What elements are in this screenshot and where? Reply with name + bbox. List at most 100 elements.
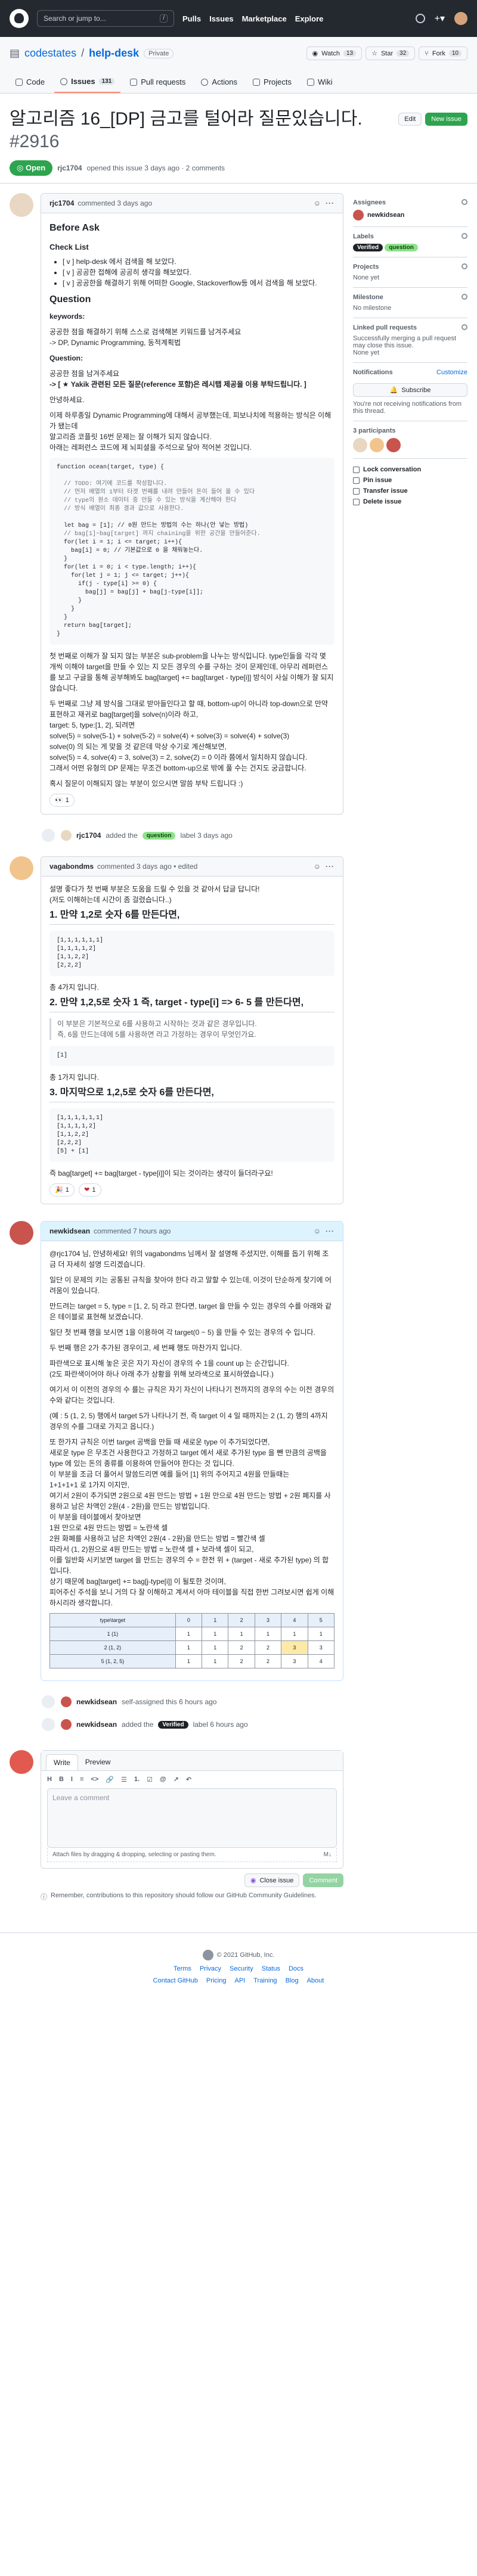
- smiley-icon[interactable]: ☺: [314, 199, 321, 207]
- footer-link[interactable]: Docs: [289, 1965, 303, 1972]
- tab-wiki[interactable]: Wiki: [301, 71, 339, 93]
- toolbar-button[interactable]: H: [47, 1776, 52, 1783]
- assignees-heading[interactable]: Assignees: [353, 199, 386, 206]
- milestone-heading[interactable]: Milestone: [353, 294, 383, 301]
- search-input[interactable]: Search or jump to... /: [37, 10, 174, 27]
- comment-time[interactable]: commented 3 days ago • edited: [97, 862, 197, 871]
- toolbar-button[interactable]: 1.: [134, 1776, 140, 1783]
- footer-link[interactable]: Privacy: [200, 1965, 221, 1972]
- toolbar-button[interactable]: ☑: [147, 1776, 153, 1783]
- kebab-menu-icon[interactable]: ···: [326, 862, 334, 871]
- delete-issue-link[interactable]: Delete issue: [353, 498, 467, 505]
- avatar[interactable]: [61, 1696, 72, 1707]
- avatar[interactable]: [10, 193, 33, 217]
- label-question[interactable]: question: [142, 831, 176, 840]
- comment-author[interactable]: vagabondms: [49, 862, 94, 871]
- event-actor[interactable]: newkidsean: [76, 1720, 117, 1729]
- comment-button[interactable]: Comment: [303, 1873, 343, 1887]
- toolbar-button[interactable]: ↗: [174, 1776, 179, 1783]
- nav-issues[interactable]: Issues: [209, 14, 233, 23]
- gear-icon[interactable]: [461, 233, 467, 239]
- avatar[interactable]: [10, 1750, 33, 1774]
- subscribe-button[interactable]: 🔔 Subscribe: [353, 383, 467, 397]
- avatar[interactable]: [61, 1719, 72, 1730]
- gear-icon[interactable]: [461, 199, 467, 205]
- comment-time[interactable]: commented 7 hours ago: [94, 1227, 171, 1235]
- reaction-tada[interactable]: 🎉 1: [49, 1183, 75, 1197]
- lock-conversation-link[interactable]: Lock conversation: [353, 466, 467, 473]
- smiley-icon[interactable]: ☺: [314, 862, 321, 871]
- nav-explore[interactable]: Explore: [295, 14, 324, 23]
- repo-owner-link[interactable]: codestates: [24, 47, 76, 60]
- issue-author-link[interactable]: rjc1704: [57, 164, 82, 172]
- footer-link[interactable]: Security: [230, 1965, 253, 1972]
- close-issue-button[interactable]: ◉ Close issue: [244, 1873, 300, 1887]
- toolbar-button[interactable]: <>: [91, 1776, 98, 1783]
- pin-issue-link[interactable]: Pin issue: [353, 477, 467, 484]
- github-mark-icon[interactable]: [202, 1950, 213, 1960]
- assignee-name[interactable]: newkidsean: [367, 212, 404, 219]
- transfer-issue-link[interactable]: Transfer issue: [353, 487, 467, 495]
- star-button[interactable]: ☆ Star 32: [366, 46, 416, 60]
- gear-icon[interactable]: [461, 324, 467, 330]
- participant-avatar[interactable]: [386, 438, 401, 452]
- toolbar-button[interactable]: @: [160, 1776, 166, 1783]
- github-logo-icon[interactable]: [10, 9, 29, 28]
- smiley-icon[interactable]: ☺: [314, 1227, 321, 1235]
- footer-link[interactable]: About: [307, 1977, 324, 1984]
- gear-icon[interactable]: [461, 294, 467, 300]
- linked-pr-heading[interactable]: Linked pull requests: [353, 324, 417, 331]
- tab-pull-requests[interactable]: Pull requests: [124, 71, 191, 93]
- nav-pulls[interactable]: Pulls: [182, 14, 201, 23]
- comment-author[interactable]: rjc1704: [49, 199, 74, 207]
- toolbar-button[interactable]: 🔗: [106, 1776, 114, 1783]
- edit-title-button[interactable]: Edit: [398, 113, 422, 126]
- avatar[interactable]: [353, 210, 364, 220]
- footer-link[interactable]: Training: [253, 1977, 277, 1984]
- footer-link[interactable]: Pricing: [206, 1977, 227, 1984]
- avatar[interactable]: [61, 830, 72, 841]
- reaction-heart[interactable]: ❤ 1: [79, 1183, 101, 1197]
- event-actor[interactable]: newkidsean: [76, 1698, 117, 1706]
- projects-heading[interactable]: Projects: [353, 263, 379, 271]
- attach-files-zone[interactable]: Attach files by dragging & dropping, sel…: [47, 1848, 337, 1862]
- participant-avatar[interactable]: [353, 438, 367, 452]
- customize-link[interactable]: Customize: [436, 369, 467, 376]
- footer-link[interactable]: Blog: [286, 1977, 299, 1984]
- tab-write[interactable]: Write: [46, 1754, 78, 1770]
- repo-name-link[interactable]: help-desk: [89, 47, 139, 60]
- comment-textarea[interactable]: Leave a comment: [47, 1788, 337, 1848]
- footer-link[interactable]: Contact GitHub: [153, 1977, 198, 1984]
- label-verified[interactable]: Verified: [353, 244, 383, 251]
- kebab-menu-icon[interactable]: ···: [326, 199, 334, 207]
- labels-heading[interactable]: Labels: [353, 233, 374, 240]
- tab-issues[interactable]: Issues 131: [54, 71, 121, 93]
- user-avatar[interactable]: [454, 12, 467, 25]
- kebab-menu-icon[interactable]: ···: [326, 1227, 334, 1235]
- avatar[interactable]: [10, 1221, 33, 1245]
- toolbar-button[interactable]: ≡: [80, 1776, 83, 1783]
- footer-link[interactable]: API: [234, 1977, 245, 1984]
- comment-time[interactable]: commented 3 days ago: [78, 199, 152, 207]
- avatar[interactable]: [10, 856, 33, 880]
- new-issue-button[interactable]: New issue: [425, 113, 467, 126]
- participant-avatar[interactable]: [370, 438, 384, 452]
- toolbar-button[interactable]: ↶: [186, 1776, 191, 1783]
- tab-code[interactable]: Code: [10, 71, 51, 93]
- create-new-plus-icon[interactable]: +▾: [435, 13, 445, 24]
- tab-projects[interactable]: Projects: [247, 71, 298, 93]
- toolbar-button[interactable]: ☰: [121, 1776, 127, 1783]
- reaction-eyes[interactable]: 👀 1: [49, 794, 75, 807]
- toolbar-button[interactable]: I: [71, 1776, 73, 1783]
- nav-marketplace[interactable]: Marketplace: [242, 14, 287, 23]
- toolbar-button[interactable]: B: [59, 1776, 64, 1783]
- footer-link[interactable]: Terms: [174, 1965, 191, 1972]
- gear-icon[interactable]: [461, 263, 467, 269]
- event-actor[interactable]: rjc1704: [76, 831, 101, 840]
- tab-actions[interactable]: Actions: [195, 71, 243, 93]
- comment-author[interactable]: newkidsean: [49, 1227, 90, 1235]
- label-question[interactable]: question: [385, 244, 418, 251]
- notifications-bell-icon[interactable]: [415, 14, 425, 23]
- footer-link[interactable]: Status: [262, 1965, 280, 1972]
- watch-button[interactable]: ◉ Watch 13: [306, 46, 363, 60]
